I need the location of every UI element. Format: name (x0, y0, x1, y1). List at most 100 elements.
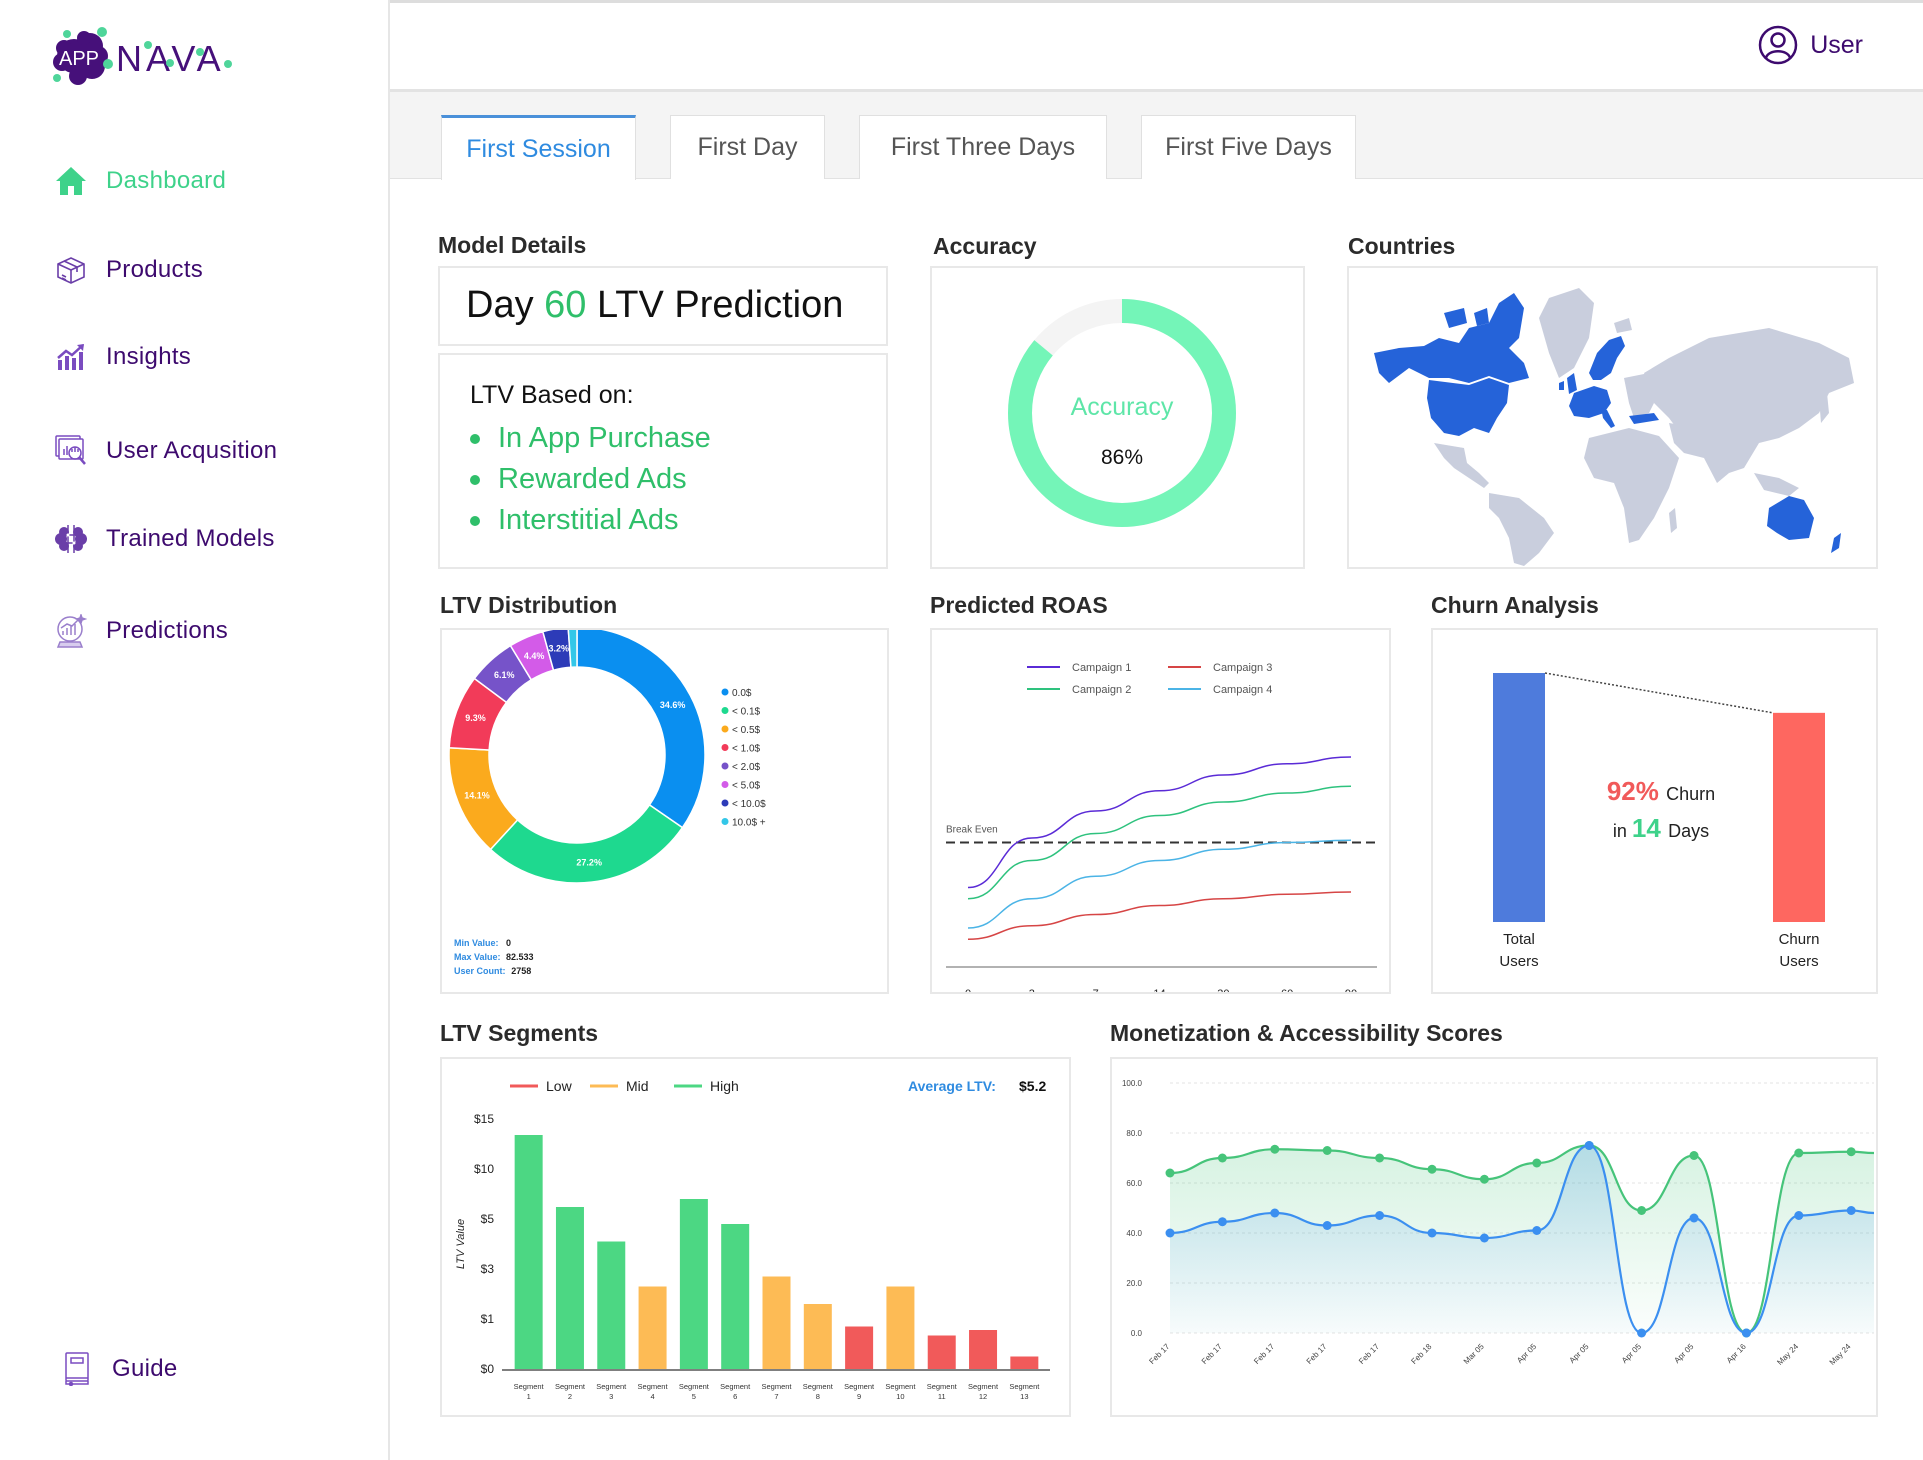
y-tick-label: 100.0 (1122, 1079, 1143, 1088)
tab-label: First Three Days (890, 133, 1076, 161)
x-tick-label: Feb 17 (1305, 1342, 1329, 1366)
series-line (967, 756, 1352, 889)
app-logo[interactable]: APP NAVA (50, 24, 260, 94)
ltv-segments-card: Low Mid High Average LTV: $5.2 $0 $1 $3 $5 $10 $15… (440, 1057, 1071, 1417)
predicted-roas-card: Campaign 1 Campaign 2 Campaign 3 Campaign 4… (930, 628, 1391, 1000)
tab-label: First Five Days (1165, 133, 1332, 161)
segment-bar (927, 1335, 956, 1369)
x-tick-label: 3 (1029, 988, 1035, 992)
legend-label: Campaign 4 (1213, 684, 1272, 696)
legend-label: < 10.0$ (732, 799, 766, 810)
x-tick-label: 3 (609, 1392, 613, 1401)
legend-label: < 0.5$ (732, 725, 761, 736)
gauge-label: Accuracy (1071, 393, 1174, 421)
segment-bar (721, 1224, 750, 1369)
legend-dot (721, 688, 729, 696)
x-tick-label: May 24 (1828, 1342, 1853, 1367)
x-tick-label: Segment (596, 1382, 627, 1391)
legend-dot (721, 799, 729, 807)
x-tick-label: Apr 05 (1568, 1342, 1591, 1365)
data-point (1375, 1211, 1385, 1220)
x-tick-label: Segment (761, 1382, 792, 1391)
ltv-segments-chart: Low Mid High Average LTV: $5.2 $0 $1 $3 $5 $10 $15… (455, 1078, 1050, 1401)
bar-label: Users (1779, 953, 1818, 970)
tab-first-five-days[interactable]: First Five Days (1141, 115, 1356, 179)
growth-chart-icon (54, 340, 88, 374)
sidebar-item-label: Trained Models (106, 525, 275, 552)
y-tick-label: 0.0 (1131, 1329, 1143, 1338)
average-ltv-value: $5.2 (1019, 1078, 1046, 1094)
segment-bar (1010, 1356, 1039, 1369)
x-tick-label: 6 (733, 1392, 737, 1401)
accuracy-gauge: Accuracy 86% (1008, 299, 1236, 527)
tab-label: First Day (697, 133, 798, 161)
crystal-ball-chart-icon (54, 614, 88, 648)
analytics-search-icon (54, 434, 88, 468)
y-tick-label: $1 (481, 1312, 495, 1326)
stat-label: Max Value: (454, 952, 501, 962)
sidebar-item-label: Predictions (106, 617, 229, 644)
user-menu[interactable]: User (1758, 25, 1863, 65)
x-tick-label: Apr 05 (1515, 1342, 1538, 1365)
sidebar-item-products[interactable]: Products (54, 253, 203, 287)
x-tick-label: Feb 17 (1252, 1342, 1276, 1366)
data-point (1479, 1233, 1489, 1243)
legend-label: < 1.0$ (732, 744, 761, 755)
x-tick-label: 30 (1217, 988, 1229, 992)
churn-period-text: in 14 Days (1613, 813, 1709, 843)
user-avatar-icon (1758, 25, 1798, 65)
tab-label: First Session (466, 134, 611, 163)
user-label: User (1810, 30, 1863, 59)
legend-label: < 5.0$ (732, 781, 761, 792)
segment-bar (514, 1135, 543, 1369)
y-tick-label: 20.0 (1126, 1279, 1142, 1288)
brain-circuit-icon (54, 522, 88, 556)
sidebar-item-label: Insights (106, 343, 192, 370)
sidebar-item-trained-models[interactable]: Trained Models (54, 522, 275, 556)
logo-badge-text: APP (59, 48, 99, 70)
x-tick-label: Segment (555, 1382, 586, 1391)
data-point (1165, 1168, 1175, 1178)
legend-label: 0.0$ (732, 688, 752, 699)
y-tick-label: $0 (481, 1362, 495, 1376)
slice-label: 3.2% (549, 644, 570, 654)
sidebar-item-guide[interactable]: Guide (60, 1352, 178, 1386)
countries-title: Countries (1348, 233, 1456, 259)
ltv-distribution-card: 34.6% 27.2% 14.1% 9.3% 6.1% 4.4% 3.2% 0.0$ < 0.1… (440, 626, 889, 994)
prediction-prefix: Day (466, 284, 534, 326)
sidebar-item-user-acquisition[interactable]: User Acqusition (54, 434, 277, 468)
package-box-icon (54, 253, 88, 287)
sidebar-item-predictions[interactable]: Predictions (54, 614, 228, 648)
legend-dot (721, 762, 729, 770)
data-point (1637, 1328, 1647, 1338)
x-tick-label: Segment (679, 1382, 710, 1391)
world-map[interactable] (1349, 268, 1876, 567)
logo-blob-icon: APP NAVA (53, 27, 232, 85)
segment-bar (597, 1241, 626, 1369)
data-point (1375, 1153, 1385, 1163)
y-tick-label: $5 (481, 1212, 495, 1226)
churn-connector (1544, 672, 1774, 714)
tab-first-three-days[interactable]: First Three Days (859, 115, 1107, 179)
x-tick-label: Segment (514, 1382, 545, 1391)
countries-map-card[interactable] (1347, 266, 1878, 569)
tab-first-day[interactable]: First Day (670, 115, 825, 179)
sidebar-item-insights[interactable]: Insights (54, 340, 191, 374)
stat-label: User Count: (454, 966, 506, 976)
prediction-suffix: LTV Prediction (596, 284, 844, 326)
logo-word-text: NAVA (116, 38, 225, 79)
legend-label: < 2.0$ (732, 762, 761, 773)
data-point (1846, 1147, 1856, 1157)
predicted-roas-title: Predicted ROAS (930, 592, 1108, 618)
ltv-segments-title: LTV Segments (440, 1020, 599, 1046)
churn-analysis-card: Total Users Churn Users 92% Churn in 14 Days (1431, 628, 1878, 994)
x-tick-label: Feb 17 (1357, 1342, 1381, 1366)
y-tick-label: 60.0 (1126, 1179, 1142, 1188)
monetization-title: Monetization & Accessibility Scores (1110, 1020, 1503, 1046)
tab-first-session[interactable]: First Session (441, 115, 636, 180)
x-tick-label: Segment (638, 1382, 669, 1391)
sidebar-item-dashboard[interactable]: Dashboard (54, 164, 226, 198)
bar-label: Churn (1779, 931, 1820, 948)
data-point (1427, 1164, 1437, 1174)
monetization-chart: 0.0 20.0 40.0 60.0 80.0 100.0 Feb 17 Feb 17 Feb … (1122, 1079, 1875, 1367)
